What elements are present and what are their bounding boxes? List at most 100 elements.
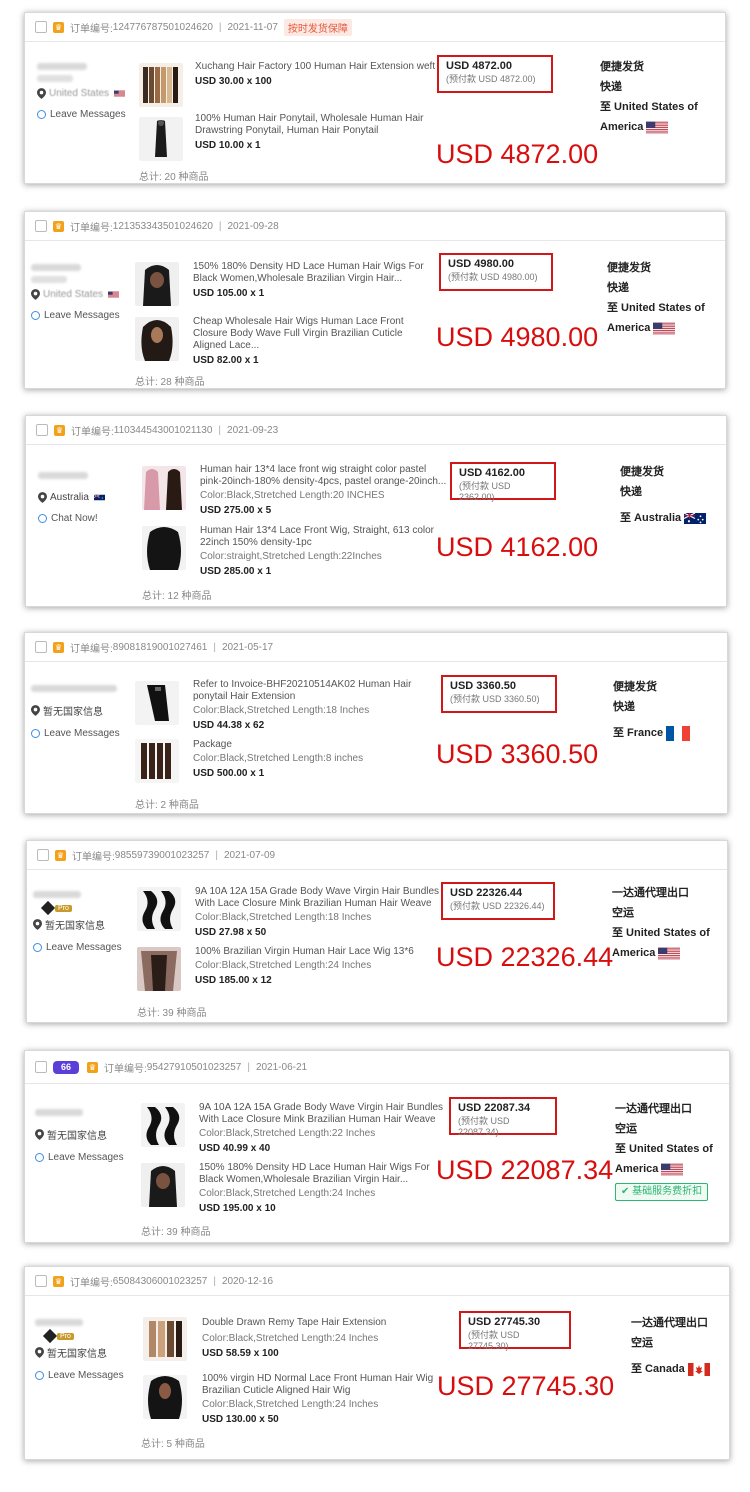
- us-flag-icon: [646, 121, 669, 133]
- price-box: USD 22326.44 (预付款 USD 22326.44): [441, 882, 555, 920]
- product-title[interactable]: 9A 10A 12A 15A Grade Body Wave Virgin Ha…: [195, 886, 445, 910]
- buyer-name: [31, 685, 117, 692]
- product-image[interactable]: [135, 739, 179, 783]
- leave-messages-link[interactable]: Leave Messages: [31, 310, 120, 321]
- leave-messages-link[interactable]: Leave Messages: [33, 942, 122, 953]
- product-attributes: Color:Black,Stretched Length:8 inches: [193, 753, 364, 764]
- product-image[interactable]: [142, 466, 186, 510]
- product-item: Refer to Invoice-BHF20210514AK02 Human H…: [193, 679, 443, 732]
- product-image[interactable]: [141, 1163, 185, 1207]
- product-title[interactable]: Refer to Invoice-BHF20210514AK02 Human H…: [193, 679, 443, 703]
- order-date: 2020-12-16: [221, 1275, 274, 1287]
- product-attributes: Color:Black,Stretched Length:20 INCHES: [200, 490, 385, 501]
- product-image[interactable]: [143, 1317, 187, 1361]
- order-number-label: 订单编号:: [71, 426, 114, 438]
- leave-messages-link[interactable]: Leave Messages: [35, 1152, 124, 1163]
- product-attributes: Color:Black,Stretched Length:22 Inches: [199, 1128, 376, 1139]
- order-date: 2021-06-21: [255, 1061, 308, 1073]
- order-header: ♛ 订单编号: 124776787501024620 | 2021-11-07 按…: [25, 13, 725, 42]
- product-price: USD 275.00 x 5: [200, 505, 272, 516]
- buyer-name: [31, 264, 81, 271]
- product-title[interactable]: 150% 180% Density HD Lace Human Hair Wig…: [193, 261, 438, 285]
- order-header: ♛ 订单编号: 98559739001023257 | 2021-07-09: [27, 841, 727, 870]
- crown-icon: ♛: [55, 849, 66, 861]
- price-annotation: USD 4980.00: [436, 322, 599, 352]
- select-checkbox[interactable]: [37, 849, 49, 861]
- order-number[interactable]: 98559739001023257: [115, 850, 210, 861]
- product-image[interactable]: [135, 681, 179, 725]
- product-title[interactable]: Human Hair 13*4 Lace Front Wig, Straight…: [200, 525, 448, 549]
- shipping-method: 空运: [612, 907, 634, 919]
- order-number[interactable]: 124776787501024620: [113, 22, 213, 33]
- prepaid-amount: (预付款 USD 3360.50): [450, 694, 540, 704]
- product-title[interactable]: 9A 10A 12A 15A Grade Body Wave Virgin Ha…: [199, 1102, 449, 1126]
- product-title[interactable]: Xuchang Hair Factory 100 Human Hair Exte…: [195, 61, 440, 73]
- location-pin-icon: [35, 1347, 44, 1358]
- shipping-info: 便捷发货 快递 至 Australia: [620, 462, 707, 528]
- product-title[interactable]: Human hair 13*4 lace front wig straight …: [200, 464, 448, 488]
- us-flag-icon: [661, 1163, 684, 1175]
- shipping-method: 空运: [631, 1337, 653, 1349]
- product-image[interactable]: [137, 947, 181, 991]
- product-image[interactable]: [141, 1103, 185, 1147]
- product-item: 100% Brazilian Virgin Human Hair Lace Wi…: [195, 946, 445, 987]
- order-number[interactable]: 89081819001027461: [113, 642, 208, 653]
- shipping-info: 一达通代理出口 空运 至 Canada: [631, 1313, 710, 1379]
- product-image[interactable]: [139, 63, 183, 107]
- product-title[interactable]: Package: [193, 739, 443, 751]
- order-number[interactable]: 110344543001021130: [114, 425, 213, 436]
- product-title[interactable]: Cheap Wholesale Hair Wigs Human Lace Fro…: [193, 316, 438, 352]
- product-title[interactable]: Double Drawn Remy Tape Hair Extension: [202, 1317, 452, 1329]
- order-card: ♛ 订单编号: 65084306001023257 | 2020-12-16 Pr…: [24, 1266, 730, 1460]
- crown-icon: ♛: [87, 1061, 98, 1073]
- product-title[interactable]: 100% Brazilian Virgin Human Hair Lace Wi…: [195, 946, 445, 958]
- product-image[interactable]: [135, 262, 179, 306]
- destination: 至 United States of: [615, 1143, 713, 1155]
- buyer-name: [35, 1109, 83, 1116]
- order-number[interactable]: 121353343501024620: [113, 221, 213, 232]
- chat-now-link[interactable]: Chat Now!: [38, 513, 105, 524]
- select-checkbox[interactable]: [35, 1061, 47, 1073]
- item-total: 总计: 2 种商品: [135, 800, 199, 811]
- order-date: 2021-07-09: [223, 849, 276, 861]
- order-amount: USD 22087.34: [458, 1102, 531, 1114]
- product-item: Human hair 13*4 lace front wig straight …: [200, 464, 448, 517]
- us-flag-icon: [653, 322, 676, 334]
- product-title[interactable]: 100% virgin HD Normal Lace Front Human H…: [202, 1373, 452, 1397]
- buyer-info: Pro 暂无国家信息 Leave Messages: [35, 1319, 124, 1381]
- buyer-location: 暂无国家信息: [33, 917, 122, 932]
- select-checkbox[interactable]: [35, 21, 47, 33]
- product-image[interactable]: [135, 317, 179, 361]
- price-box: USD 4162.00 (预付款 USD 2362.00): [450, 462, 556, 502]
- product-image[interactable]: [137, 887, 181, 931]
- price-annotation: USD 22087.34: [436, 1155, 614, 1185]
- product-image[interactable]: [142, 526, 186, 570]
- select-checkbox[interactable]: [36, 424, 48, 436]
- product-item: 150% 180% Density HD Lace Human Hair Wig…: [199, 1162, 449, 1215]
- leave-messages-link[interactable]: Leave Messages: [31, 728, 120, 739]
- product-title[interactable]: 150% 180% Density HD Lace Human Hair Wig…: [199, 1162, 449, 1186]
- order-number[interactable]: 65084306001023257: [113, 1276, 208, 1287]
- message-icon: [33, 943, 42, 952]
- product-title[interactable]: 100% Human Hair Ponytail, Wholesale Huma…: [195, 113, 440, 137]
- product-image[interactable]: [143, 1375, 187, 1419]
- shipping-method: 快递: [620, 486, 642, 498]
- product-item: Cheap Wholesale Hair Wigs Human Lace Fro…: [193, 316, 438, 367]
- leave-messages-link[interactable]: Leave Messages: [37, 109, 126, 120]
- discount-badge[interactable]: ✔ 基础服务费折扣: [615, 1183, 709, 1201]
- crown-icon: ♛: [54, 424, 65, 436]
- product-image[interactable]: [139, 117, 183, 161]
- shipping-mode: 便捷发货: [613, 681, 657, 693]
- select-checkbox[interactable]: [35, 641, 47, 653]
- crown-icon: ♛: [53, 641, 64, 653]
- location-pin-icon: [31, 289, 40, 300]
- product-price: USD 285.00 x 1: [200, 566, 272, 577]
- product-price: USD 40.99 x 40: [199, 1143, 271, 1154]
- select-checkbox[interactable]: [35, 220, 47, 232]
- order-number[interactable]: 95427910501023257: [147, 1062, 242, 1073]
- us-flag-icon: [108, 291, 120, 298]
- leave-messages-link[interactable]: Leave Messages: [35, 1370, 124, 1381]
- australia-flag-icon: [93, 494, 105, 501]
- select-checkbox[interactable]: [35, 1275, 47, 1287]
- shipping-info: 便捷发货 快递 至 United States of America: [607, 258, 705, 338]
